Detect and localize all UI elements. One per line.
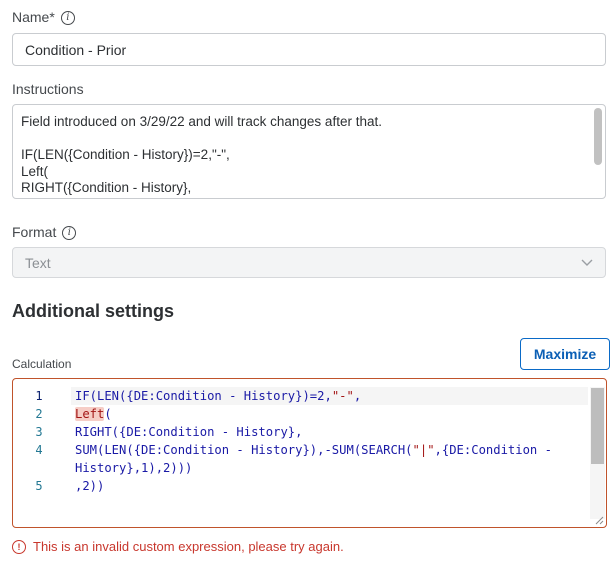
maximize-button[interactable]: Maximize (520, 338, 610, 370)
info-icon[interactable]: i (60, 11, 75, 26)
format-label: Format i (12, 224, 77, 241)
alert-circle-icon: ! (12, 539, 26, 554)
line-number (13, 459, 53, 477)
code-line: ,2)) (75, 479, 105, 493)
code-line: IF(LEN({DE:Condition - History})=2,"-", (71, 387, 588, 405)
calculation-label: Calculation (12, 357, 72, 371)
code-line: SUM(LEN({DE:Condition - History}),-SUM(S… (75, 443, 552, 457)
instructions-label: Instructions (12, 81, 84, 97)
line-number: 1 (35, 389, 43, 403)
calculation-editor[interactable]: 1 2 3 4 5 IF(LEN({DE:Condition - History… (12, 378, 607, 528)
name-input-value: Condition - Prior (25, 42, 127, 58)
error-highlight: Left (75, 407, 105, 421)
name-label: Name* i (12, 9, 75, 26)
instructions-textarea[interactable]: Field introduced on 3/29/22 and will tra… (12, 104, 606, 199)
info-icon[interactable]: i (62, 226, 77, 241)
line-number: 5 (35, 479, 43, 493)
name-input[interactable]: Condition - Prior (12, 33, 606, 66)
instructions-scrollbar[interactable] (594, 108, 602, 165)
line-number-gutter: 1 2 3 4 5 (13, 387, 53, 495)
instructions-line: IF(LEN({Condition - History})=2,"-", (21, 147, 230, 162)
additional-settings-heading: Additional settings (12, 301, 174, 321)
line-number: 4 (35, 443, 43, 457)
chevron-down-icon (581, 259, 593, 266)
format-select[interactable]: Text (12, 247, 606, 278)
code-area[interactable]: IF(LEN({DE:Condition - History})=2,"-", … (71, 387, 588, 495)
instructions-line: Left( (21, 163, 49, 179)
error-text: This is an invalid custom expression, pl… (33, 539, 344, 554)
line-number: 2 (35, 407, 43, 421)
resize-handle-icon[interactable] (595, 516, 604, 525)
code-line: History},1),2))) (75, 461, 193, 475)
instructions-line: Field introduced on 3/29/22 and will tra… (21, 114, 382, 129)
code-line: RIGHT({DE:Condition - History}, (75, 425, 303, 439)
instructions-line (21, 131, 575, 148)
format-select-value: Text (25, 255, 51, 271)
code-line: Left( (75, 407, 112, 421)
editor-scrollbar-thumb[interactable] (591, 388, 604, 464)
instructions-line: RIGHT({Condition - History}, (21, 180, 192, 195)
line-number: 3 (35, 425, 43, 439)
error-message: ! This is an invalid custom expression, … (12, 539, 344, 554)
